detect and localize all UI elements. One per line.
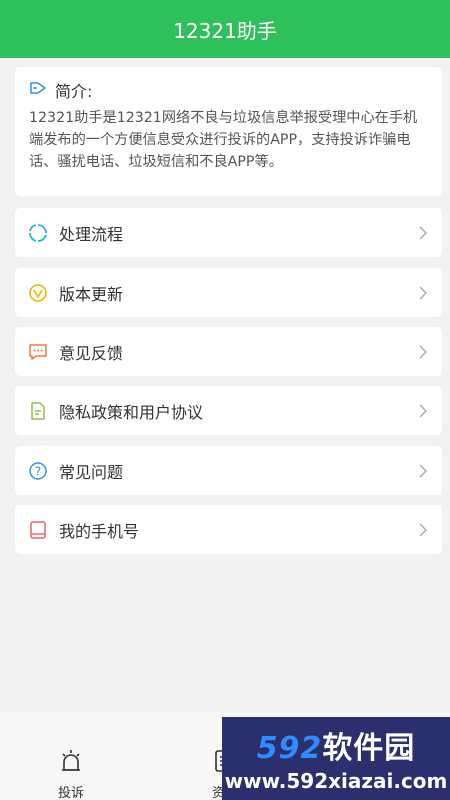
- question-icon: ?: [27, 460, 49, 482]
- watermark-logo: 592软件园 www.592xiazai.com: [222, 717, 450, 800]
- chevron-right-icon: [416, 286, 430, 300]
- menu-item-label: 意见反馈: [59, 343, 124, 363]
- svg-text:?: ?: [35, 464, 41, 478]
- menu-item-faq[interactable]: ? 常见问题: [15, 446, 442, 495]
- menu-item-privacy[interactable]: 隐私政策和用户协议: [15, 386, 442, 435]
- tab-complaint[interactable]: 投诉: [58, 748, 84, 800]
- intro-card: 简介: 12321助手是12321网络不良与垃圾信息举报受理中心在手机端发布的一…: [15, 67, 442, 196]
- alarm-icon: [58, 748, 84, 778]
- tab-label: 投诉: [58, 786, 85, 800]
- watermark-brand: 592软件园: [222, 723, 450, 767]
- chevron-right-icon: [416, 345, 430, 359]
- phone-icon: [27, 519, 49, 541]
- process-icon: [27, 222, 49, 244]
- chevron-right-icon: [416, 404, 430, 418]
- intro-title: 简介:: [55, 82, 93, 101]
- page-title: 12321助手: [173, 18, 277, 43]
- update-icon: [27, 282, 49, 304]
- feedback-icon: [27, 341, 49, 363]
- intro-text: 12321助手是12321网络不良与垃圾信息举报受理中心在手机端发布的一个方便信…: [29, 110, 418, 170]
- chevron-right-icon: [416, 226, 430, 240]
- app-header: 12321助手: [0, 0, 450, 58]
- watermark-brand-text: 软件园: [322, 731, 416, 766]
- menu-item-process[interactable]: 处理流程: [15, 208, 442, 257]
- menu-item-feedback[interactable]: 意见反馈: [15, 327, 442, 376]
- menu-item-label: 我的手机号: [59, 521, 140, 541]
- intro-header: 简介:: [29, 79, 428, 101]
- menu-item-update[interactable]: 版本更新: [15, 268, 442, 317]
- watermark-number: 592: [256, 731, 323, 766]
- menu-item-phone[interactable]: 我的手机号: [15, 505, 442, 554]
- chevron-right-icon: [416, 464, 430, 478]
- menu-item-label: 隐私政策和用户协议: [59, 402, 204, 422]
- document-icon: [27, 400, 49, 422]
- tag-icon: [29, 80, 47, 100]
- chevron-right-icon: [416, 523, 430, 537]
- watermark-url: www.592xiazai.com: [224, 769, 448, 793]
- menu-item-label: 常见问题: [59, 462, 124, 482]
- menu-item-label: 版本更新: [59, 284, 124, 304]
- menu-item-label: 处理流程: [59, 224, 124, 244]
